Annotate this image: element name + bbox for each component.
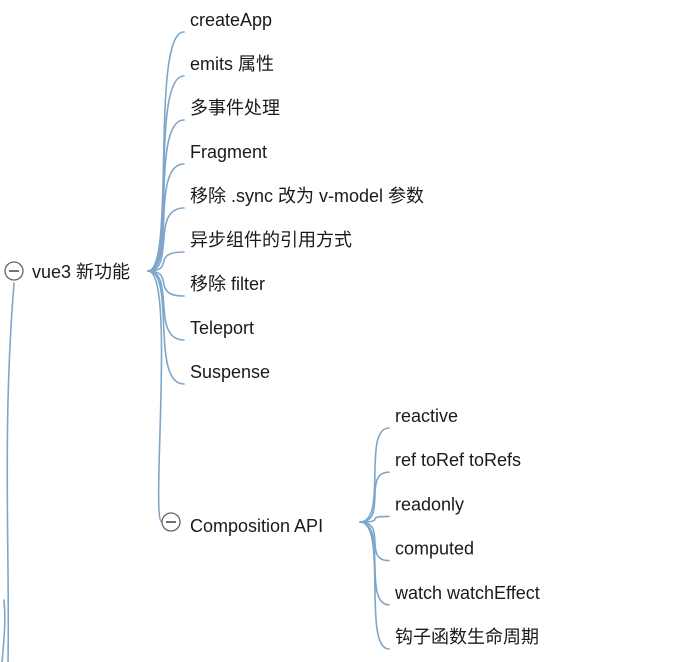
trunk-line-lower: [1, 599, 6, 662]
composition-branches: [359, 427, 390, 650]
composition-child[interactable]: computed: [395, 539, 474, 559]
node-vue3[interactable]: vue3 新功能: [4, 261, 130, 282]
composition-child[interactable]: watch watchEffect: [394, 583, 540, 603]
composition-child[interactable]: reactive: [395, 406, 458, 426]
composition-children: reactive ref toRef toRefs readonly compu…: [394, 406, 540, 647]
branch-line: [359, 515, 390, 523]
branch-line-composition: [147, 270, 163, 523]
vue3-child[interactable]: Teleport: [190, 318, 254, 338]
vue3-child[interactable]: 移除 .sync 改为 v-model 参数: [190, 186, 424, 206]
vue3-child[interactable]: createApp: [190, 10, 272, 30]
branch-line: [147, 207, 185, 272]
composition-child[interactable]: readonly: [395, 494, 464, 514]
trunk-line: [6, 282, 15, 662]
branch-line: [147, 163, 185, 272]
node-label-composition-api: Composition API: [190, 516, 323, 536]
vue3-child[interactable]: 异步组件的引用方式: [190, 230, 352, 250]
mind-map: vue3 新功能 createApp emits 属性 多事件处理 Fragme…: [1, 10, 540, 662]
vue3-children: createApp emits 属性 多事件处理 Fragment 移除 .sy…: [190, 10, 424, 382]
vue3-child[interactable]: Suspense: [190, 362, 270, 382]
composition-child[interactable]: ref toRef toRefs: [395, 450, 521, 470]
branch-line: [147, 270, 185, 385]
vue3-branches: [147, 31, 185, 523]
vue3-child[interactable]: emits 属性: [190, 54, 274, 74]
node-label-vue3: vue3 新功能: [32, 262, 130, 282]
vue3-child[interactable]: Fragment: [190, 142, 267, 162]
node-composition-api[interactable]: Composition API: [161, 512, 323, 536]
composition-child[interactable]: 钩子函数生命周期: [395, 627, 539, 647]
vue3-child[interactable]: 移除 filter: [190, 274, 265, 294]
branch-line: [147, 270, 185, 341]
vue3-child[interactable]: 多事件处理: [190, 98, 280, 118]
